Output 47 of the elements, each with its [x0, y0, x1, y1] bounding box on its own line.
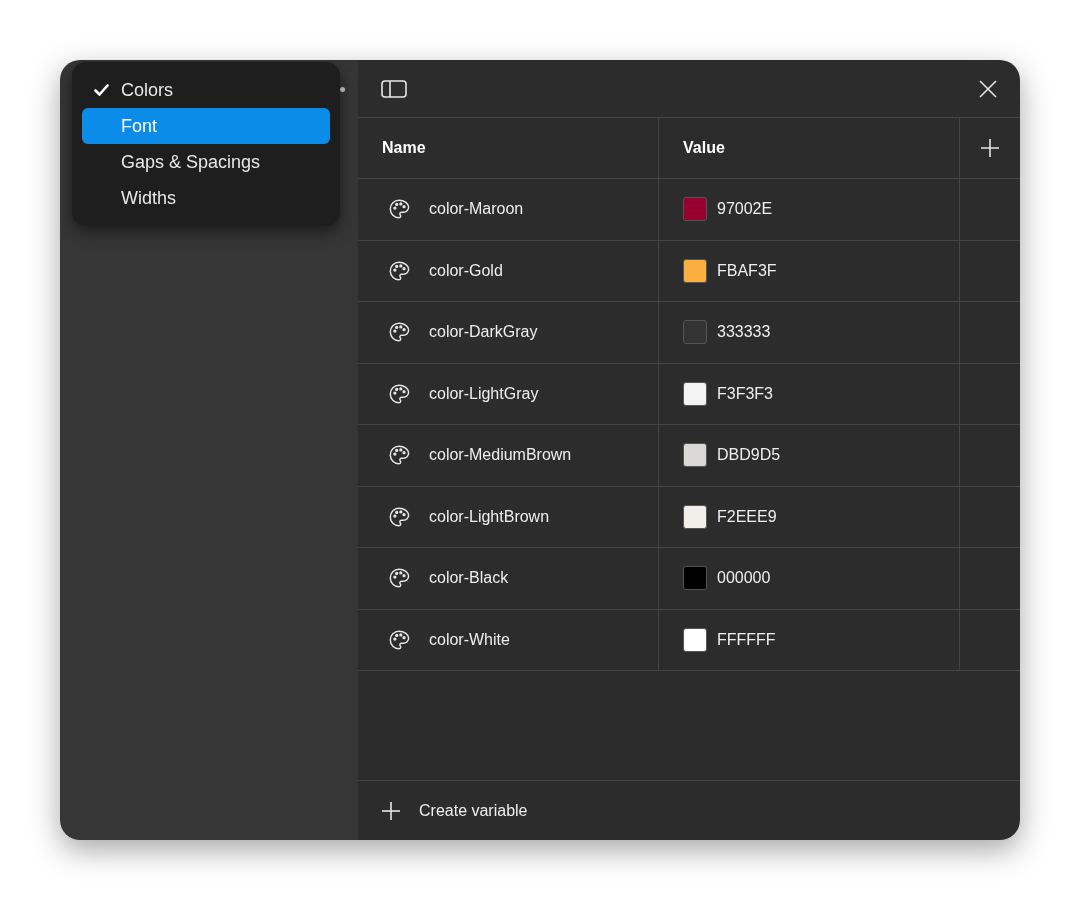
menu-item[interactable]: Widths	[82, 180, 330, 216]
plus-icon	[981, 139, 999, 157]
variable-name: color-LightBrown	[429, 506, 550, 527]
menu-item[interactable]: Gaps & Spacings	[82, 144, 330, 180]
menu-item[interactable]: Font	[82, 108, 330, 144]
menu-item[interactable]: Colors	[82, 72, 330, 108]
close-button[interactable]	[978, 78, 998, 99]
variable-name: color-MediumBrown	[429, 445, 572, 466]
sidebar-toggle-button[interactable]	[380, 77, 408, 100]
color-swatch[interactable]	[683, 566, 707, 591]
color-value: F3F3F3	[717, 383, 773, 404]
color-value: 000000	[717, 568, 771, 589]
color-swatch[interactable]	[683, 381, 707, 406]
color-value: 97002E	[717, 199, 773, 220]
palette-icon	[388, 444, 410, 467]
palette-icon	[388, 382, 410, 405]
color-value: DBD9D5	[717, 445, 781, 466]
variable-name: color-Gold	[429, 260, 503, 281]
variable-name: color-LightGray	[429, 383, 539, 404]
color-swatch[interactable]	[683, 320, 707, 345]
create-variable-button[interactable]: Create variable	[358, 798, 528, 823]
close-icon	[979, 79, 997, 98]
color-swatch[interactable]	[683, 443, 707, 468]
variable-name: color-Maroon	[429, 199, 524, 220]
palette-icon	[388, 321, 410, 344]
variable-name: color-White	[429, 629, 510, 650]
color-swatch[interactable]	[683, 627, 707, 652]
palette-icon	[388, 505, 410, 528]
palette-icon	[388, 628, 410, 651]
color-value: 333333	[717, 322, 771, 343]
plus-icon	[382, 801, 400, 820]
column-header: Name	[382, 138, 426, 158]
palette-icon	[388, 567, 410, 590]
sidebar-icon	[381, 78, 407, 99]
variable-name: color-Black	[429, 568, 509, 589]
variable-name: color-DarkGray	[429, 322, 538, 343]
color-value: FFFFFF	[717, 629, 776, 650]
color-value: F2EEE9	[717, 506, 777, 527]
checkmark-icon	[94, 84, 109, 96]
palette-icon	[388, 198, 410, 221]
color-swatch[interactable]	[683, 197, 707, 222]
add-column-button[interactable]	[979, 137, 1001, 159]
color-swatch[interactable]	[683, 504, 707, 529]
column-header: Value	[683, 138, 725, 158]
palette-icon	[388, 259, 410, 282]
color-value: FBAF3F	[717, 260, 777, 281]
color-swatch[interactable]	[683, 258, 707, 283]
